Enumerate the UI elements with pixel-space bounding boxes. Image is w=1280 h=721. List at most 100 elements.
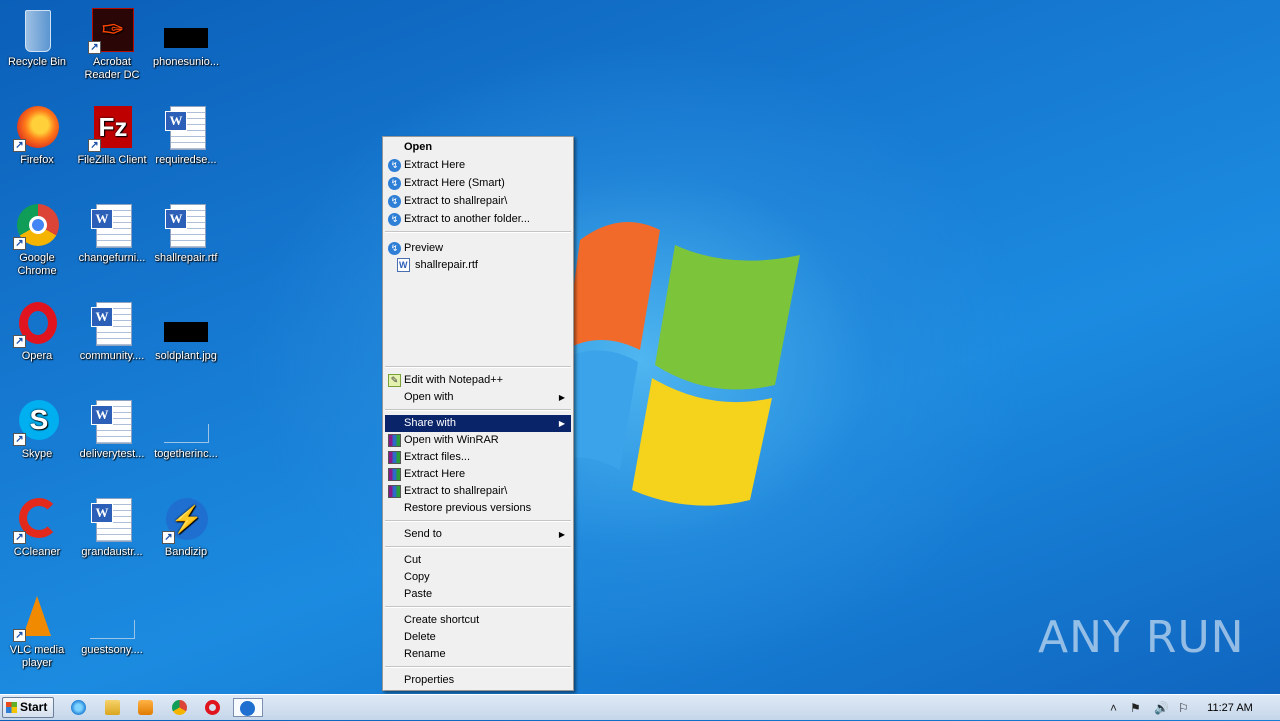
taskbar-app-ie[interactable] [68, 698, 90, 717]
chrome-icon: ↗ [13, 202, 61, 250]
submenu-arrow-icon: ▶ [558, 530, 565, 539]
taskbar-app-bandizip[interactable] [233, 698, 263, 717]
menu-item-paste[interactable]: Paste [385, 586, 571, 603]
menu-item-edit-notepadpp[interactable]: ✎ Edit with Notepad++ [385, 372, 571, 389]
desktop-icon-chrome[interactable]: ↗ Google Chrome [0, 202, 74, 278]
shortcut-arrow-icon: ↗ [162, 531, 175, 544]
desktop-icon-changefurni[interactable]: W changefurni... [75, 202, 149, 265]
desktop-icon-soldplant[interactable]: soldplant.jpg [149, 300, 223, 363]
shortcut-arrow-icon: ↗ [88, 139, 101, 152]
desktop-icon-vlc[interactable]: ↗ VLC media player [0, 594, 74, 670]
menu-separator [385, 366, 571, 368]
taskbar-app-opera[interactable] [202, 698, 224, 717]
menu-item-extract-here[interactable]: ↯ Extract Here [385, 157, 571, 174]
word-doc-icon: W [88, 300, 136, 348]
desktop-icon-acrobat[interactable]: ✑ ↗ Acrobat Reader DC [75, 6, 149, 82]
taskbar-app-media-player[interactable] [135, 698, 157, 717]
volume-icon[interactable]: 🔊 [1154, 695, 1169, 721]
word-doc-icon: W [162, 104, 210, 152]
filezilla-icon: Fz ↗ [88, 104, 136, 152]
menu-item-label: Paste [404, 588, 433, 600]
menu-item-label: Cut [404, 554, 422, 566]
shortcut-arrow-icon: ↗ [13, 237, 26, 250]
start-button[interactable]: Start [2, 697, 54, 718]
shortcut-arrow-icon: ↗ [13, 335, 26, 348]
clock[interactable]: 11:27 AM [1200, 695, 1260, 721]
taskbar: Start ˄ ⚑ 🔊 ⚐ 11:27 AM [0, 694, 1280, 720]
desktop-icon-requiredse[interactable]: W requiredse... [149, 104, 223, 167]
menu-item-extract-to-other[interactable]: ↯ Extract to another folder... [385, 211, 571, 228]
internet-explorer-icon [71, 700, 86, 715]
desktop-icon-phonesunio[interactable]: phonesunio... [149, 6, 223, 69]
bandizip-icon [240, 701, 255, 716]
desktop-icon-ccleaner[interactable]: ↗ CCleaner [0, 496, 74, 559]
desktop-icon-firefox[interactable]: ↗ Firefox [0, 104, 74, 167]
blank-file-icon [162, 398, 210, 446]
desktop-icon-label: community.... [79, 350, 145, 362]
menu-item-open[interactable]: Open [385, 139, 571, 156]
shortcut-arrow-icon: ↗ [13, 531, 26, 544]
preview-file-entry[interactable]: shallrepair.rtf [397, 257, 478, 273]
blank-file-icon [88, 594, 136, 642]
menu-item-label: Copy [404, 571, 430, 583]
desktop-icon-shallrepair[interactable]: W shallrepair.rtf [149, 202, 223, 265]
desktop-icon-label: changefurni... [78, 252, 146, 264]
menu-item-open-with-winrar[interactable]: Open with WinRAR [385, 432, 571, 449]
desktop-icon-filezilla[interactable]: Fz ↗ FileZilla Client [75, 104, 149, 167]
menu-item-extract-to[interactable]: ↯ Extract to shallrepair\ [385, 193, 571, 210]
anyrun-watermark: ANY RUN [1038, 612, 1245, 663]
shortcut-arrow-icon: ↗ [13, 629, 26, 642]
winrar-icon [388, 468, 401, 481]
menu-item-label: Extract to shallrepair\ [404, 195, 508, 207]
menu-item-create-shortcut[interactable]: Create shortcut [385, 612, 571, 629]
vlc-icon: ↗ [13, 594, 61, 642]
desktop-icon-bandizip[interactable]: ⚡ ↗ Bandizip [149, 496, 223, 559]
desktop-icon-label: Acrobat Reader DC [84, 56, 140, 81]
notepadpp-icon: ✎ [388, 374, 401, 387]
desktop-icon-label: Firefox [20, 154, 54, 166]
tray-expand-icon[interactable]: ˄ [1110, 695, 1117, 721]
menu-item-label: Extract Here (Smart) [404, 177, 505, 189]
desktop-icon-guestsony[interactable]: guestsony.... [75, 594, 149, 657]
menu-item-rename[interactable]: Rename [385, 646, 571, 663]
menu-item-label: Share with [404, 417, 456, 429]
desktop-icon-label: soldplant.jpg [155, 350, 217, 362]
menu-item-restore-previous[interactable]: Restore previous versions [385, 500, 571, 517]
desktop-icon-grandaustr[interactable]: W grandaustr... [75, 496, 149, 559]
windows-logo-wallpaper [560, 222, 800, 506]
menu-item-label: Send to [404, 528, 442, 540]
menu-item-delete[interactable]: Delete [385, 629, 571, 646]
menu-separator [385, 520, 571, 522]
desktop-icon-skype[interactable]: S ↗ Skype [0, 398, 74, 461]
action-center-icon[interactable]: ⚑ [1130, 695, 1141, 721]
recycle-bin-icon [13, 6, 61, 54]
desktop-icon-recycle-bin[interactable]: Recycle Bin [0, 6, 74, 69]
menu-item-send-to[interactable]: Send to ▶ [385, 526, 571, 543]
desktop-icon-opera[interactable]: ↗ Opera [0, 300, 74, 363]
desktop-icon-label: phonesunio... [152, 56, 220, 68]
desktop-icon-community[interactable]: W community.... [75, 300, 149, 363]
menu-item-label: Restore previous versions [404, 502, 532, 514]
menu-item-open-with[interactable]: Open with ▶ [385, 389, 571, 406]
menu-item-share-with[interactable]: Share with ▶ [385, 415, 571, 432]
desktop-icon-label: Skype [21, 448, 53, 460]
taskbar-app-chrome[interactable] [169, 698, 191, 717]
desktop-icon-togetherinc[interactable]: togetherinc... [149, 398, 223, 461]
menu-item-preview[interactable]: ↯ Preview [385, 240, 571, 257]
menu-item-extract-files[interactable]: Extract files... [385, 449, 571, 466]
menu-item-cut[interactable]: Cut [385, 552, 571, 569]
menu-item-label: Edit with Notepad++ [404, 374, 504, 386]
flag-icon[interactable]: ⚐ [1178, 695, 1189, 721]
menu-item-rar-extract-to[interactable]: Extract to shallrepair\ [385, 483, 571, 500]
menu-item-extract-here-smart[interactable]: ↯ Extract Here (Smart) [385, 175, 571, 192]
desktop-icon-deliverytest[interactable]: W deliverytest... [75, 398, 149, 461]
submenu-arrow-icon: ▶ [558, 419, 565, 428]
desktop-icon-label: togetherinc... [154, 448, 218, 460]
taskbar-app-explorer[interactable] [102, 698, 124, 717]
menu-item-copy[interactable]: Copy [385, 569, 571, 586]
menu-item-properties[interactable]: Properties [385, 672, 571, 689]
menu-item-rar-extract-here[interactable]: Extract Here [385, 466, 571, 483]
bandizip-icon: ⚡ ↗ [162, 496, 210, 544]
desktop-icon-label: Recycle Bin [7, 56, 67, 68]
desktop-icon-label: Opera [21, 350, 53, 362]
